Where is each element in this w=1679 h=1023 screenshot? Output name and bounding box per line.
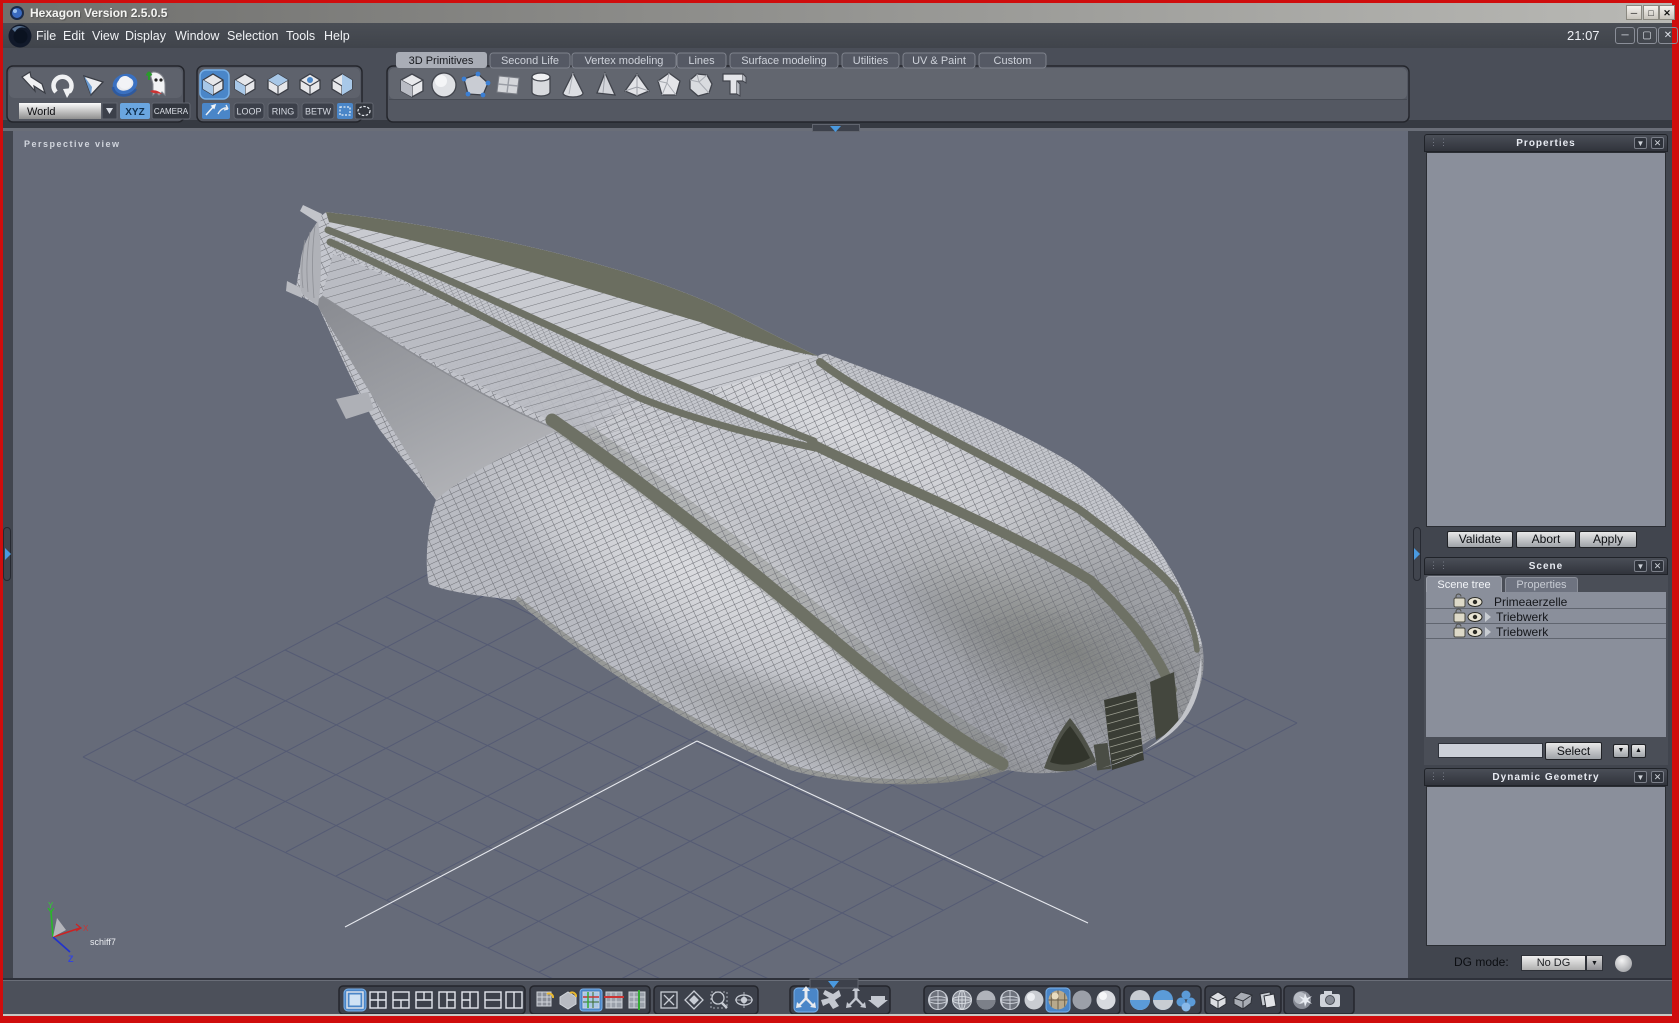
svg-text:Utilities: Utilities bbox=[853, 55, 889, 67]
svg-text:Primeaerzelle: Primeaerzelle bbox=[1494, 595, 1568, 609]
svg-text:CAMERA: CAMERA bbox=[154, 107, 189, 116]
svg-text:XYZ: XYZ bbox=[125, 107, 144, 118]
svg-text:schiff7: schiff7 bbox=[90, 937, 116, 947]
svg-text:Z: Z bbox=[68, 954, 74, 964]
svg-text:World: World bbox=[27, 106, 56, 118]
svg-text:Y: Y bbox=[48, 901, 54, 910]
svg-text:UV & Paint: UV & Paint bbox=[912, 55, 966, 67]
svg-text:Vertex modeling: Vertex modeling bbox=[585, 55, 664, 67]
svg-text:X: X bbox=[83, 924, 89, 933]
svg-text:Triebwerk: Triebwerk bbox=[1496, 610, 1549, 624]
svg-text:3D Primitives: 3D Primitives bbox=[409, 55, 474, 67]
svg-text:Triebwerk: Triebwerk bbox=[1496, 625, 1549, 639]
svg-text:LOOP: LOOP bbox=[236, 107, 261, 117]
svg-text:Lines: Lines bbox=[688, 55, 715, 67]
svg-text:Perspective view: Perspective view bbox=[24, 139, 121, 149]
svg-text:Surface modeling: Surface modeling bbox=[741, 55, 827, 67]
svg-text:RING: RING bbox=[272, 107, 295, 117]
svg-text:BETW: BETW bbox=[305, 107, 332, 117]
svg-text:Second Life: Second Life bbox=[501, 55, 559, 67]
svg-text:Custom: Custom bbox=[994, 55, 1032, 67]
